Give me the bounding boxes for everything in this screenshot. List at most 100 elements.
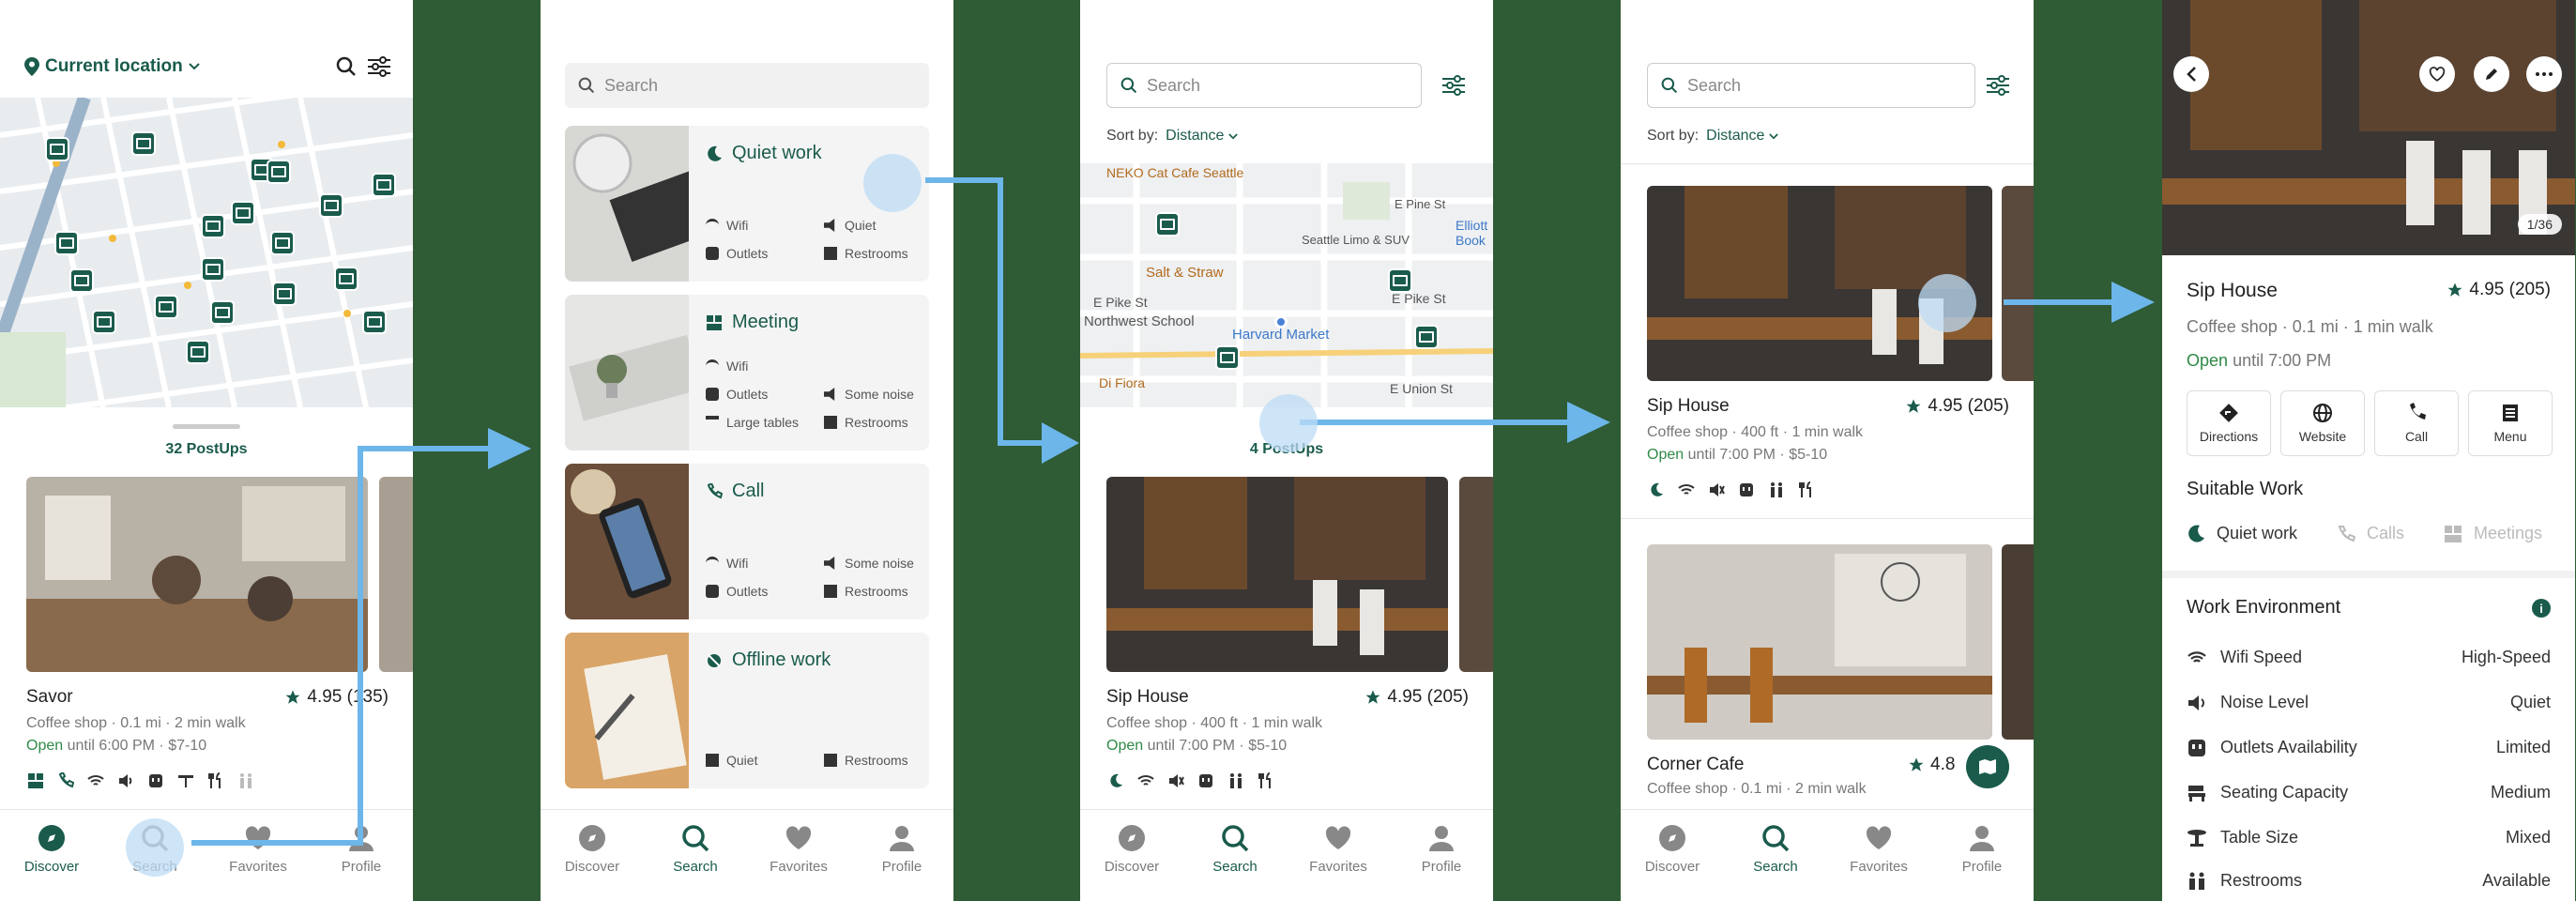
filter-icon[interactable]: [1442, 75, 1465, 96]
call-button[interactable]: Call: [2374, 390, 2459, 456]
chevron-down-icon[interactable]: [189, 63, 200, 70]
suitable-label: Quiet work: [2217, 524, 2298, 542]
nav-profile[interactable]: Profile: [1390, 810, 1493, 901]
feature-restrooms: Restrooms: [824, 753, 908, 768]
nav-favorites[interactable]: Favorites: [206, 810, 310, 901]
category-offline-work[interactable]: Offline work Quiet Restrooms: [565, 633, 929, 788]
meeting-icon: [26, 771, 45, 790]
nav-search[interactable]: Search: [1183, 810, 1287, 901]
filter-icon[interactable]: [1987, 75, 2009, 96]
map-pin[interactable]: [270, 231, 295, 255]
sort-value[interactable]: Distance: [1706, 128, 1764, 144]
cafe-photo[interactable]: [1106, 477, 1448, 672]
favorite-button[interactable]: [2419, 56, 2455, 92]
cafe-name[interactable]: Corner Cafe: [1647, 755, 1745, 775]
location-selector[interactable]: Current location: [45, 56, 183, 77]
category-meeting[interactable]: Meeting Wifi Outlets Large tables Some n…: [565, 295, 929, 450]
map-pin[interactable]: [69, 268, 94, 293]
nav-discover[interactable]: Discover: [541, 810, 644, 901]
map-pin[interactable]: [1215, 345, 1240, 370]
map-pin[interactable]: [362, 310, 387, 334]
restroom-icon: [824, 247, 837, 260]
map-pin[interactable]: [231, 201, 255, 225]
directions-button[interactable]: Directions: [2187, 390, 2271, 456]
search-input[interactable]: Search: [565, 63, 929, 108]
nav-search[interactable]: Search: [644, 810, 747, 901]
map-pin[interactable]: [334, 267, 358, 291]
hero-photo[interactable]: [2162, 0, 2575, 255]
map-pin[interactable]: [319, 193, 343, 218]
pencil-icon: [2486, 69, 2497, 80]
food-icon: [1797, 481, 1816, 499]
sort-value[interactable]: Distance: [1166, 128, 1224, 144]
cafe-name[interactable]: Savor: [26, 687, 73, 708]
env-value: Mixed: [2505, 828, 2551, 847]
nav-favorites[interactable]: Favorites: [1287, 810, 1390, 901]
cafe-rating: 4.95 (205): [2446, 280, 2551, 300]
nav-profile[interactable]: Profile: [310, 810, 413, 901]
next-cafe-photo[interactable]: [2002, 186, 2034, 381]
website-button[interactable]: Website: [2280, 390, 2365, 456]
map-pin[interactable]: [154, 295, 178, 319]
nav-profile[interactable]: Profile: [1930, 810, 2034, 901]
discover-map[interactable]: [0, 98, 413, 407]
map-pin[interactable]: [1414, 325, 1439, 349]
table-icon: [2187, 829, 2206, 847]
map-pin[interactable]: [45, 137, 69, 161]
sheet-handle[interactable]: [173, 424, 240, 429]
menu-button[interactable]: Menu: [2468, 390, 2553, 456]
category-call[interactable]: Call Wifi Outlets Some noise Restrooms: [565, 464, 929, 619]
cafe-name[interactable]: Sip House: [1106, 687, 1189, 708]
suitable-label: Meetings: [2474, 524, 2543, 542]
nav-profile[interactable]: Profile: [850, 810, 953, 901]
filter-icon[interactable]: [368, 56, 390, 77]
search-input[interactable]: Search: [1106, 63, 1422, 108]
map-pin[interactable]: [201, 214, 225, 238]
map-pin[interactable]: [186, 340, 210, 364]
cafe-name[interactable]: Sip House: [1647, 396, 1730, 417]
map-view-button[interactable]: [1966, 745, 2009, 788]
map-pin[interactable]: [54, 231, 79, 255]
search-input[interactable]: Search: [1647, 63, 1975, 108]
env-label: Noise Level: [2220, 693, 2309, 711]
edit-button[interactable]: [2474, 56, 2509, 92]
map-pin[interactable]: [210, 300, 235, 325]
nav-favorites[interactable]: Favorites: [1827, 810, 1930, 901]
next-cafe-photo[interactable]: [1459, 477, 1493, 672]
next-cafe-photo[interactable]: [379, 477, 413, 672]
next-cafe-photo[interactable]: [2002, 544, 2034, 740]
map-label: E Pike St: [1093, 295, 1148, 310]
search-icon[interactable]: [336, 56, 357, 77]
env-label: Seating Capacity: [2220, 783, 2349, 802]
map-pin[interactable]: [201, 257, 225, 282]
results-map[interactable]: NEKO Cat Cafe Seattle E Pine St Seattle …: [1080, 163, 1493, 407]
nav-discover[interactable]: Discover: [1621, 810, 1724, 901]
cafe-photo[interactable]: [26, 477, 368, 672]
moon-icon: [1647, 481, 1666, 499]
map-pin[interactable]: [131, 131, 156, 156]
map-pin[interactable]: [267, 160, 291, 184]
feature-label: Wifi: [726, 556, 749, 571]
nav-favorites[interactable]: Favorites: [747, 810, 850, 901]
feature-label: Some noise: [845, 556, 914, 571]
cafe-photo[interactable]: [1647, 544, 1992, 740]
nav-search[interactable]: Search: [1724, 810, 1827, 901]
nav-discover[interactable]: Discover: [1080, 810, 1183, 901]
nav-discover[interactable]: Discover: [0, 810, 103, 901]
map-pin[interactable]: [372, 173, 396, 197]
more-button[interactable]: [2526, 56, 2562, 92]
action-label: Directions: [2199, 429, 2259, 444]
sort-control[interactable]: Sort by: Distance: [1647, 128, 1778, 145]
map-pin[interactable]: [272, 282, 297, 306]
back-button[interactable]: [2173, 56, 2209, 92]
outlet-icon: [1737, 481, 1756, 499]
search-screen: Search Quiet work Wifi Outlets Quiet Res…: [541, 0, 953, 901]
search-icon: [1661, 77, 1678, 94]
map-pin[interactable]: [92, 310, 116, 334]
map-pin[interactable]: [1155, 212, 1180, 237]
info-icon[interactable]: i: [2532, 599, 2551, 618]
map-pin[interactable]: [1388, 268, 1412, 293]
current-location-dot: [1274, 315, 1288, 328]
sort-control[interactable]: Sort by: Distance: [1106, 128, 1238, 145]
feature-outlets: Outlets: [706, 246, 768, 261]
